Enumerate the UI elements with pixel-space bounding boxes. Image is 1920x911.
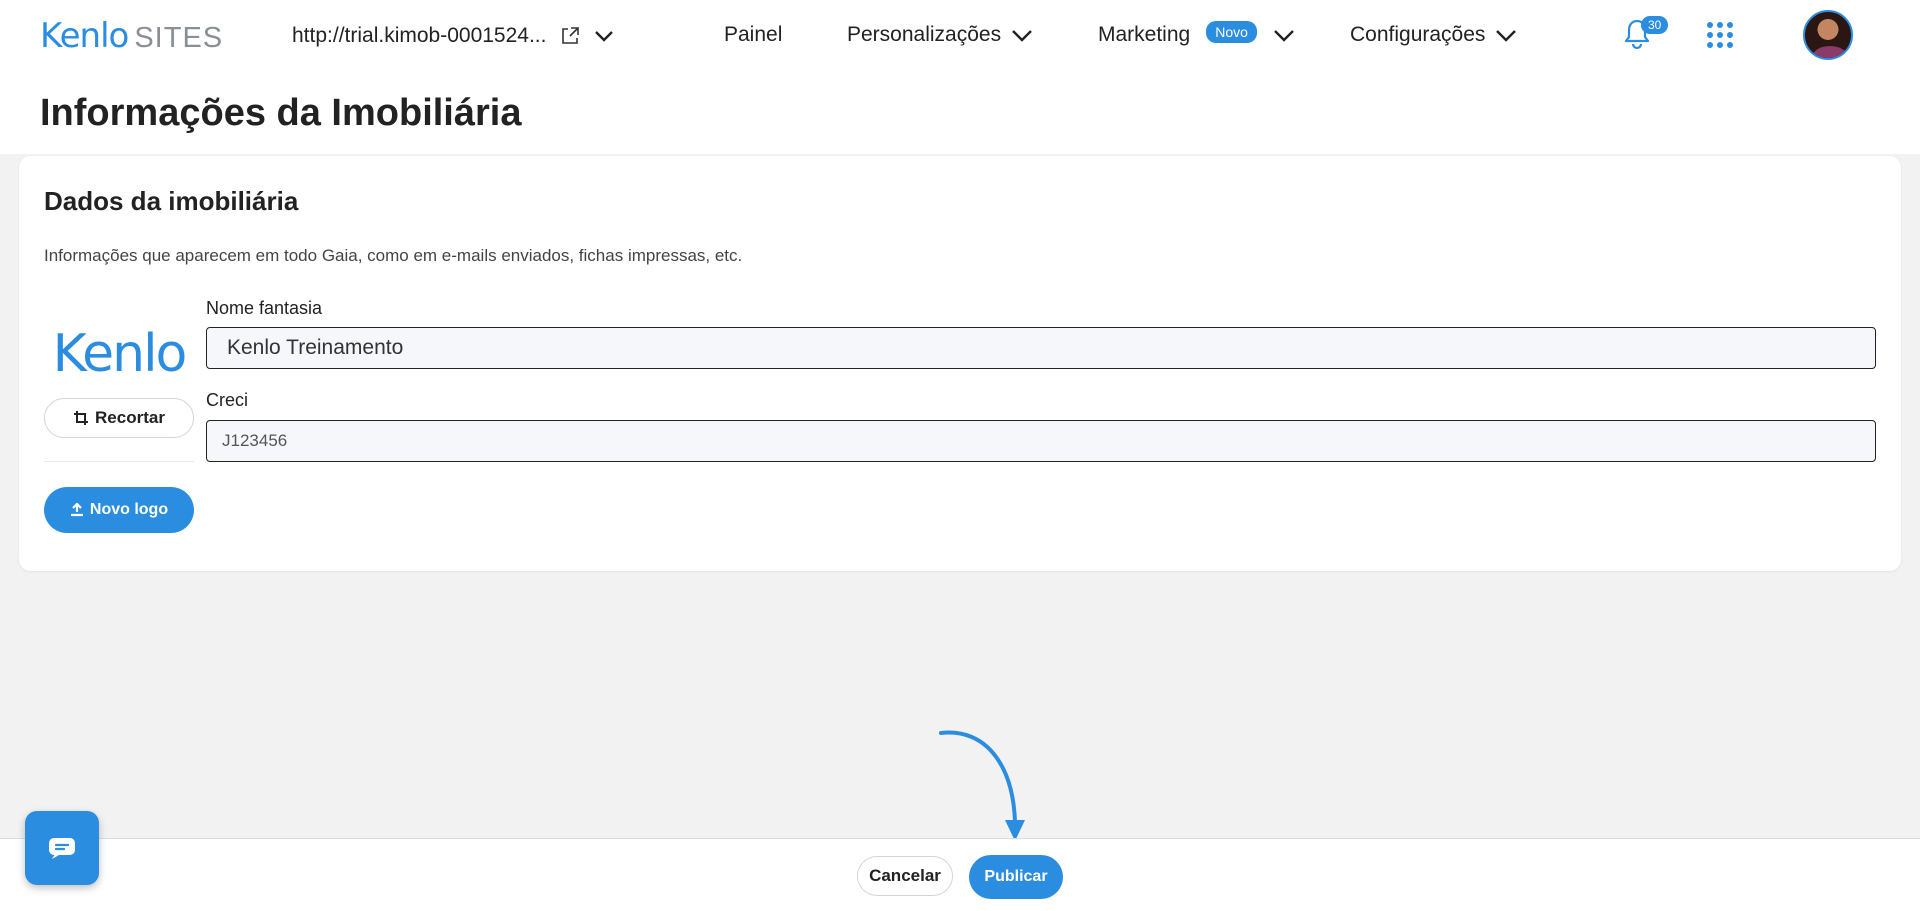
nav-marketing-label: Marketing (1098, 23, 1191, 46)
nome-fantasia-label: Nome fantasia (206, 298, 323, 318)
cancel-button[interactable]: Cancelar (857, 856, 953, 896)
logo-brand: Kenlo (40, 16, 129, 56)
apps-grid-icon[interactable] (1707, 22, 1733, 48)
upload-icon (70, 503, 83, 517)
logo-suffix: SITES (134, 22, 224, 54)
chevron-down-icon (1495, 28, 1517, 42)
nav-configuracoes[interactable]: Configurações (1350, 20, 1517, 50)
site-url[interactable]: http://trial.kimob-0001524... (292, 24, 546, 48)
chat-widget-button[interactable] (25, 811, 99, 885)
page-title: Informações da Imobiliária (40, 92, 522, 134)
logo-preview: Kenlo (44, 294, 194, 474)
nome-fantasia-input[interactable]: Kenlo Treinamento (206, 327, 1876, 369)
new-logo-button[interactable]: Novo logo (44, 487, 194, 533)
publish-button[interactable]: Publicar (969, 855, 1063, 899)
novo-badge: Novo (1206, 21, 1257, 43)
nav-personalizacoes[interactable]: Personalizações (847, 20, 1033, 50)
card-title: Dados da imobiliária (44, 186, 299, 216)
real-estate-data-card: Dados da imobiliária Informações que apa… (19, 156, 1901, 571)
chat-icon (49, 838, 75, 859)
company-logo-image: Kenlo (52, 324, 188, 384)
notification-count-badge: 30 (1641, 16, 1669, 34)
creci-value: J123456 (222, 431, 288, 450)
divider (44, 461, 194, 462)
site-url-selector[interactable]: http://trial.kimob-0001524... (292, 22, 614, 50)
top-header: Kenlo SITES http://trial.kimob-0001524..… (0, 0, 1920, 154)
creci-input[interactable]: J123456 (206, 420, 1876, 462)
user-avatar[interactable] (1803, 10, 1853, 60)
creci-label: Creci (206, 390, 249, 410)
chevron-down-icon (1011, 28, 1033, 42)
nav-painel-label: Painel (724, 23, 783, 46)
chevron-down-icon[interactable] (594, 29, 614, 43)
pointer-arrow (939, 730, 1025, 841)
chevron-down-icon (1273, 28, 1295, 42)
nav-personalizacoes-label: Personalizações (847, 23, 1002, 46)
nome-fantasia-value: Kenlo Treinamento (227, 336, 404, 359)
nav-marketing[interactable]: Marketing Novo (1098, 20, 1295, 50)
bottom-action-bar: Cancelar Publicar (0, 838, 1920, 911)
nav-painel[interactable]: Painel (724, 20, 782, 50)
crop-button[interactable]: Recortar (44, 398, 194, 438)
card-description: Informações que aparecem em todo Gaia, c… (44, 246, 743, 265)
nav-configuracoes-label: Configurações (1350, 23, 1486, 46)
crop-button-label: Recortar (95, 408, 165, 427)
new-logo-button-label: Novo logo (89, 501, 169, 518)
crop-icon (74, 411, 89, 425)
external-link-icon[interactable] (560, 26, 580, 46)
kenlo-sites-logo[interactable]: Kenlo SITES (40, 16, 223, 56)
